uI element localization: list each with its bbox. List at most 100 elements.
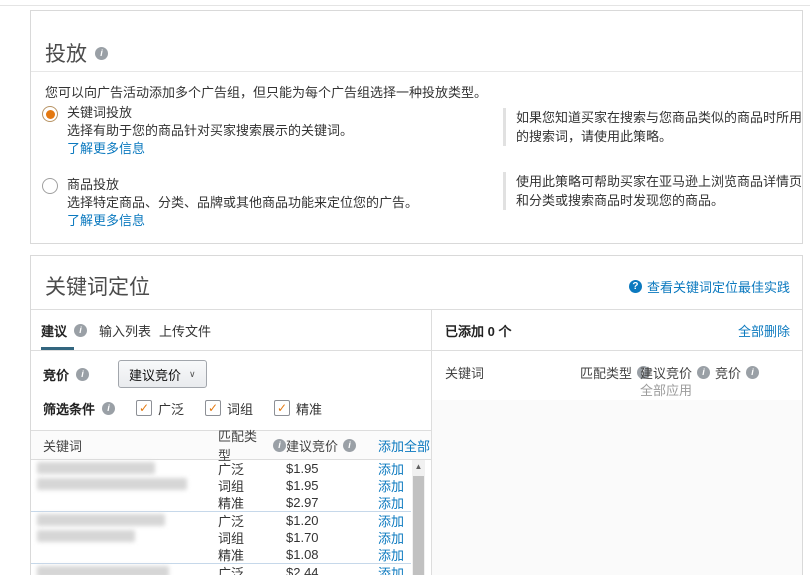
- targeting-intro-text: 您可以向广告活动添加多个广告组，但只能为每个广告组选择一种投放类型。: [45, 85, 488, 100]
- active-tab-underline: [41, 347, 74, 350]
- info-icon[interactable]: i: [343, 438, 357, 452]
- scroll-up-arrow-icon[interactable]: ▲: [412, 460, 425, 474]
- added-count-label: 已添加 0 个: [445, 323, 512, 339]
- keyword-targeting-title-text: 关键词定位: [45, 276, 150, 299]
- targeting-card-title: 投放 i: [45, 38, 108, 68]
- bid-dropdown[interactable]: 建议竞价 ∨: [118, 360, 207, 388]
- filter-exact-label: 精准: [296, 401, 323, 417]
- redacted-keyword: [37, 478, 187, 490]
- add-button[interactable]: 添加: [378, 545, 411, 564]
- tab-enter-list-label: 输入列表: [99, 323, 152, 339]
- product-targeting-description: 选择特定商品、分类、品牌或其他商品功能来定位您的广告。: [67, 195, 419, 210]
- keyword-group: 广泛 $1.95 添加 词组 $1.95 添加 精准 $2.97 添加: [31, 460, 411, 512]
- suggested-bid-cell: $1.20: [286, 513, 319, 528]
- filter-phrase-label: 词组: [227, 401, 254, 417]
- keyword-targeting-radio[interactable]: [42, 106, 58, 122]
- bid-dropdown-value: 建议竞价: [129, 367, 182, 383]
- product-targeting-option-text: 商品投放 选择特定商品、分类、品牌或其他商品功能来定位您的广告。 了解更多信息: [67, 176, 418, 229]
- product-targeting-radio[interactable]: [42, 178, 58, 194]
- keyword-targeting-card-title: 关键词定位: [45, 271, 150, 301]
- add-button[interactable]: 添加: [378, 563, 411, 575]
- suggestions-panel: 建议 i 输入列表 上传文件 竞价 i 建议竞价 ∨ 筛选条件 i ✓ 广泛 ✓…: [31, 310, 431, 575]
- help-icon: ?: [628, 280, 642, 293]
- keyword-targeting-option-text: 关键词投放 选择有助于您的商品针对买家搜索展示的关键词。 了解更多信息: [67, 104, 353, 157]
- remove-all-button[interactable]: 全部删除: [738, 321, 802, 340]
- added-header-bid-label: 竞价: [715, 366, 742, 381]
- redacted-keyword: [37, 530, 135, 542]
- keyword-targeting-description: 选择有助于您的商品针对买家搜索展示的关键词。: [67, 123, 354, 138]
- keyword-targeting-label: 关键词投放: [67, 105, 133, 120]
- tab-suggested-label: 建议: [41, 323, 68, 339]
- info-icon[interactable]: i: [76, 367, 90, 381]
- info-icon[interactable]: i: [102, 401, 116, 415]
- best-practice-link[interactable]: ? 查看关键词定位最佳实践: [628, 277, 790, 296]
- added-panel-header: 已添加 0 个 全部删除: [432, 310, 802, 351]
- filter-broad[interactable]: ✓ 广泛: [136, 399, 184, 418]
- header-suggested-bid: 建议竞价 i: [286, 436, 378, 455]
- keyword-targeting-hint: 如果您知道买家在搜索与您商品类似的商品时所用的搜索词，请使用此策略。: [503, 108, 808, 146]
- targeting-title-text: 投放: [45, 43, 87, 66]
- match-type-cell: 广泛: [218, 566, 245, 575]
- filter-phrase[interactable]: ✓ 词组: [205, 399, 253, 418]
- chevron-down-icon: ∨: [189, 368, 196, 379]
- filter-exact[interactable]: ✓ 精准: [274, 399, 322, 418]
- table-row: 精准 $2.97 添加: [31, 494, 411, 511]
- header-suggested-bid-label: 建议竞价: [286, 438, 339, 454]
- match-type-cell: 精准: [218, 548, 245, 563]
- match-type-cell: 精准: [218, 496, 245, 511]
- keyword-targeting-body: 建议 i 输入列表 上传文件 竞价 i 建议竞价 ∨ 筛选条件 i ✓ 广泛 ✓…: [31, 309, 802, 575]
- suggestions-table-header: 关键词 匹配类型 i 建议竞价 i 添加全部: [31, 429, 431, 463]
- suggestions-table-body: 广泛 $1.95 添加 词组 $1.95 添加 精准 $2.97 添加 广泛 $…: [31, 460, 411, 575]
- checkbox-exact[interactable]: ✓: [274, 400, 291, 416]
- product-targeting-option[interactable]: 商品投放 选择特定商品、分类、品牌或其他商品功能来定位您的广告。 了解更多信息: [42, 176, 418, 229]
- keyword-targeting-learn-more-link[interactable]: 了解更多信息: [67, 140, 145, 157]
- title-divider: [31, 71, 802, 72]
- info-icon[interactable]: i: [697, 366, 711, 379]
- info-icon[interactable]: i: [746, 366, 760, 379]
- filter-broad-label: 广泛: [158, 401, 185, 417]
- targeting-card: 投放 i 您可以向广告活动添加多个广告组，但只能为每个广告组选择一种投放类型。 …: [30, 10, 803, 244]
- suggested-bid-cell: $1.95: [286, 478, 319, 493]
- header-keyword: 关键词: [43, 438, 83, 454]
- info-icon[interactable]: i: [74, 323, 88, 337]
- added-header-bid: 竞价 i: [715, 363, 760, 382]
- added-keywords-empty-area: [432, 400, 802, 575]
- suggested-bid-cell: $1.95: [286, 461, 319, 476]
- keyword-targeting-option[interactable]: 关键词投放 选择有助于您的商品针对买家搜索展示的关键词。 了解更多信息: [42, 104, 353, 157]
- redacted-keyword: [37, 566, 169, 575]
- suggested-bid-cell: $1.70: [286, 530, 319, 545]
- table-scrollbar[interactable]: ▲: [412, 460, 425, 575]
- filter-label: 筛选条件: [43, 401, 96, 417]
- bid-label: 竞价: [43, 367, 70, 383]
- bid-row: 竞价 i 建议竞价 ∨: [43, 360, 207, 388]
- tab-upload-file[interactable]: 上传文件: [159, 310, 211, 350]
- keyword-targeting-card: 关键词定位 ? 查看关键词定位最佳实践 建议 i 输入列表 上传文件 竞价 i …: [30, 255, 803, 575]
- tab-enter-list[interactable]: 输入列表: [99, 310, 151, 350]
- tab-upload-file-label: 上传文件: [159, 323, 212, 339]
- suggested-bid-cell: $2.97: [286, 495, 319, 510]
- tab-suggested[interactable]: 建议 i: [41, 310, 88, 350]
- sponsored-ads-targeting-page: 投放 i 您可以向广告活动添加多个广告组，但只能为每个广告组选择一种投放类型。 …: [0, 0, 810, 575]
- keyword-group: 广泛 $2.44 添加: [31, 564, 411, 575]
- table-row: 精准 $1.08 添加: [31, 546, 411, 563]
- product-targeting-label: 商品投放: [67, 177, 120, 192]
- info-icon[interactable]: i: [273, 438, 286, 452]
- redacted-keyword: [37, 514, 165, 526]
- checkbox-broad[interactable]: ✓: [136, 400, 153, 416]
- page-top-divider: [0, 5, 810, 6]
- best-practice-link-text[interactable]: 查看关键词定位最佳实践: [647, 277, 790, 296]
- added-keywords-panel: 已添加 0 个 全部删除 关键词 匹配类型 i 建议竞价 i 竞价 i 全部应用: [431, 310, 802, 575]
- product-targeting-learn-more-link[interactable]: 了解更多信息: [67, 212, 145, 229]
- added-header-match-type-label: 匹配类型: [580, 366, 633, 381]
- add-button[interactable]: 添加: [378, 493, 411, 512]
- added-panel-column-headers: 关键词 匹配类型 i 建议竞价 i 竞价 i 全部应用: [432, 350, 802, 401]
- checkbox-phrase[interactable]: ✓: [205, 400, 222, 416]
- filter-row: 筛选条件 i ✓ 广泛 ✓ 词组 ✓ 精准: [43, 398, 322, 418]
- keyword-group: 广泛 $1.20 添加 词组 $1.70 添加 精准 $1.08 添加: [31, 512, 411, 564]
- suggested-bid-cell: $2.44: [286, 565, 319, 575]
- add-all-button[interactable]: 添加全部: [378, 436, 431, 455]
- info-icon[interactable]: i: [95, 46, 108, 60]
- apply-all-button[interactable]: 全部应用: [640, 380, 692, 399]
- tab-bar: 建议 i 输入列表 上传文件: [31, 310, 431, 351]
- scrollbar-thumb[interactable]: [413, 476, 424, 575]
